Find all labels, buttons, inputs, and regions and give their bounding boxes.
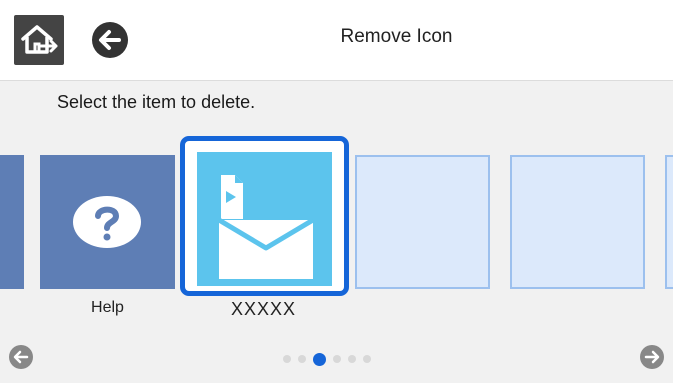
page-dot bbox=[283, 355, 291, 363]
home-icon bbox=[21, 25, 58, 54]
instruction-text: Select the item to delete. bbox=[57, 92, 256, 112]
back-button[interactable] bbox=[88, 18, 132, 62]
page-dot bbox=[333, 355, 341, 363]
back-arrow-icon bbox=[92, 22, 128, 58]
next-page-button[interactable] bbox=[639, 344, 665, 370]
scan-to-email-icon bbox=[217, 175, 315, 279]
arrow-right-circle-icon bbox=[640, 345, 664, 369]
icon-tile-scan-selected[interactable] bbox=[180, 136, 349, 296]
icon-tile-empty[interactable] bbox=[510, 155, 645, 289]
icon-tile-partial-left[interactable] bbox=[0, 155, 24, 289]
home-button[interactable] bbox=[14, 15, 64, 65]
arrow-left-circle-icon bbox=[9, 345, 33, 369]
page-indicator bbox=[283, 352, 371, 366]
page-dot bbox=[348, 355, 356, 363]
tile-label-scan: XXXXX bbox=[230, 299, 297, 319]
icon-tile-empty[interactable] bbox=[355, 155, 490, 289]
header-bar: Remove Icon bbox=[0, 0, 673, 80]
help-question-icon bbox=[73, 196, 141, 248]
page-title: Remove Icon bbox=[340, 26, 453, 47]
tile-label-help: Help bbox=[91, 299, 124, 316]
page-dot bbox=[298, 355, 306, 363]
prev-page-button[interactable] bbox=[8, 344, 34, 370]
icon-tile-scan bbox=[197, 152, 332, 286]
header-divider bbox=[0, 80, 673, 81]
icon-tile-help[interactable] bbox=[40, 155, 175, 289]
icon-tile-empty-partial[interactable] bbox=[665, 155, 673, 289]
page-dot bbox=[363, 355, 371, 363]
page-dot-active bbox=[313, 352, 326, 366]
